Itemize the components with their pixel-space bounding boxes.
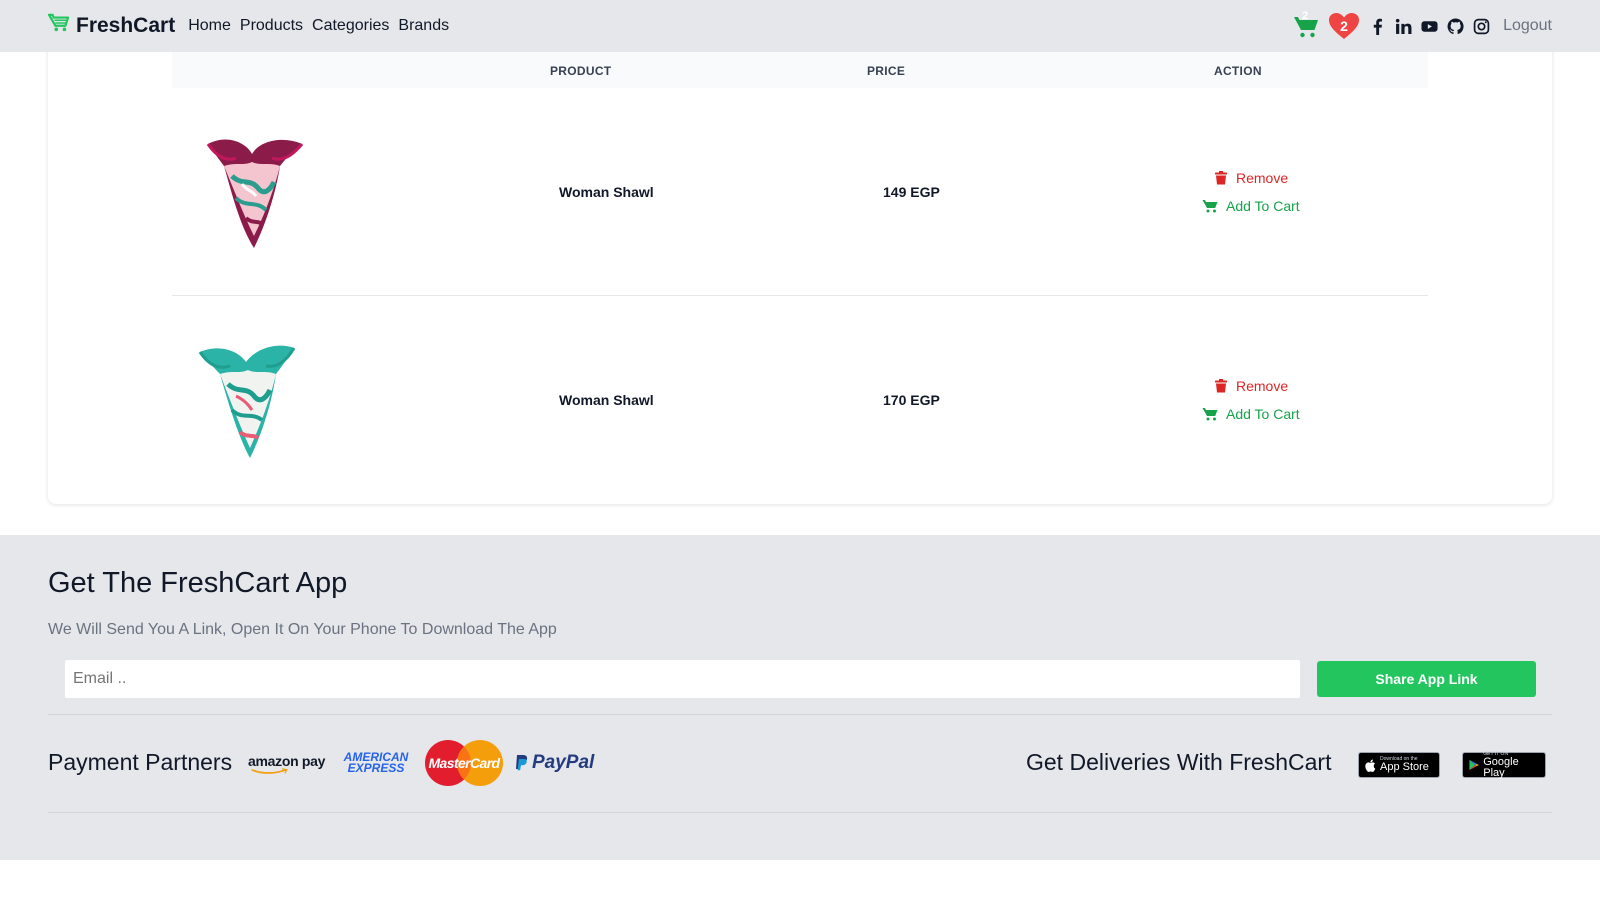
row-actions: Remove Add To Cart [1202,376,1372,432]
footer-subtitle: We Will Send You A Link, Open It On Your… [48,621,557,638]
brand-name: FreshCart [76,14,176,37]
cart-count-badge: 2 [1302,10,1309,22]
product-price: 170 EGP [883,392,940,408]
add-to-cart-label: Add To Cart [1226,198,1300,214]
header-price: PRICE [867,64,906,78]
payment-partners-title: Payment Partners [48,749,233,775]
nav-link-home[interactable]: Home [188,17,231,35]
trash-icon [1215,171,1227,185]
table-header: PRODUCT PRICE ACTION [172,52,1428,88]
remove-button[interactable]: Remove [1202,168,1372,188]
app-store-badge[interactable]: Download on the App Store [1358,752,1440,778]
header-action: ACTION [1214,64,1262,78]
google-play-big-text: Google Play [1483,755,1519,779]
product-name: Woman Shawl [559,392,654,408]
cart-icon [1202,200,1218,213]
table-row: Woman Shawl 149 EGP Remove Add To Cart [172,88,1428,296]
cart-icon [1202,408,1218,421]
email-input[interactable] [64,659,1301,699]
linkedin-icon[interactable] [1395,18,1412,35]
add-to-cart-button[interactable]: Add To Cart [1202,196,1372,216]
instagram-icon[interactable] [1473,18,1490,35]
footer: Get The FreshCart App We Will Send You A… [0,535,1600,860]
wishlist-button[interactable]: 2 [1328,12,1360,40]
amazon-pay-logo: amazon pay [248,751,328,775]
apple-icon [1365,758,1376,772]
nav-link-products[interactable]: Products [240,17,303,35]
row-actions: Remove Add To Cart [1202,168,1372,224]
brand-logo[interactable]: FreshCart [47,13,176,39]
product-price: 149 EGP [883,184,940,200]
nav-link-categories[interactable]: Categories [312,17,389,35]
product-image[interactable] [196,132,308,254]
remove-label: Remove [1236,378,1289,394]
cart-button[interactable]: 2 [1293,10,1319,39]
facebook-icon[interactable] [1369,18,1386,35]
divider [48,812,1552,813]
logout-link[interactable]: Logout [1503,17,1552,35]
add-to-cart-label: Add To Cart [1226,406,1300,422]
product-name: Woman Shawl [559,184,654,200]
wishlist-count-badge: 2 [1340,18,1348,34]
footer-title: Get The FreshCart App [48,567,348,599]
github-icon[interactable] [1447,18,1464,35]
remove-label: Remove [1236,170,1289,186]
wishlist-card: PRODUCT PRICE ACTION Woman Shawl 149 EGP [48,40,1552,504]
nav-link-brands[interactable]: Brands [398,17,449,35]
table-row: Woman Shawl 170 EGP Remove Add To Cart [172,296,1428,504]
google-play-icon [1469,759,1479,771]
google-play-badge[interactable]: GET IT ON Google Play [1462,751,1546,779]
remove-button[interactable]: Remove [1202,376,1372,396]
trash-icon [1215,379,1227,393]
wishlist-table: PRODUCT PRICE ACTION Woman Shawl 149 EGP [172,52,1428,504]
header-product: PRODUCT [550,64,612,78]
mastercard-logo: MasterCard [424,739,504,787]
add-to-cart-button[interactable]: Add To Cart [1202,404,1372,424]
navbar: FreshCart Home Products Categories Brand… [0,0,1600,52]
youtube-icon[interactable] [1421,18,1438,35]
share-app-link-button[interactable]: Share App Link [1317,661,1536,697]
product-image[interactable] [196,340,308,462]
cart-logo-icon [47,13,70,39]
payment-logos: amazon pay AMERICAN EXPRESS MasterCard P… [248,739,594,787]
divider [48,714,1552,715]
paypal-logo: PayPal [514,752,594,774]
deliveries-title: Get Deliveries With FreshCart [1026,749,1332,775]
american-express-logo: AMERICAN EXPRESS [343,750,409,775]
app-store-big-text: App Store [1380,761,1429,773]
